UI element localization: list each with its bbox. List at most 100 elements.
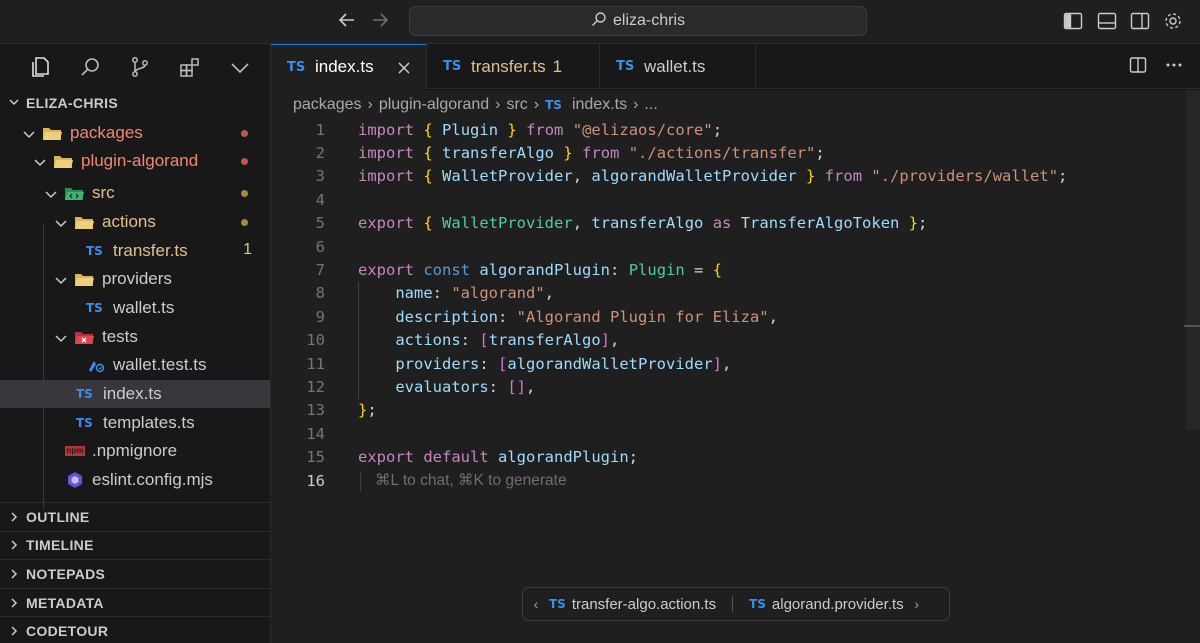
toggle-primary-sidebar-icon[interactable] (1062, 10, 1084, 32)
chevron-right-icon[interactable]: › (904, 596, 930, 612)
editor-actions (1128, 55, 1184, 80)
line-number: 2 (315, 144, 325, 163)
chevron-right-icon: › (633, 96, 639, 113)
toggle-secondary-sidebar-icon[interactable] (1129, 10, 1151, 32)
pane-label: NOTEPADS (26, 565, 106, 582)
tree-item-label: index.ts (103, 384, 162, 403)
tree-item-npmignore[interactable]: npm .npmignore (0, 437, 270, 465)
more-actions-icon[interactable] (1164, 55, 1184, 80)
eslint-icon (64, 471, 86, 489)
pane-codetour[interactable]: CODETOUR (0, 616, 270, 643)
command-center-search[interactable]: eliza-chris (409, 6, 867, 36)
line-number: 5 (315, 214, 325, 233)
pane-label: METADATA (26, 594, 104, 611)
inline-ai-hint: ⌘L to chat, ⌘K to generate (375, 472, 567, 490)
code-editor[interactable]: packages › plugin-algorand › src › TS in… (271, 90, 1200, 643)
tree-item-index-ts[interactable]: TS index.ts (0, 380, 270, 408)
chevron-down-icon[interactable] (228, 55, 252, 79)
tree-item-wallet-test-ts[interactable]: wallet.test.ts (0, 351, 270, 379)
folder-test-icon (74, 328, 94, 346)
search-icon (591, 11, 607, 32)
code-line: 6 (271, 235, 1200, 258)
tree-item-providers[interactable]: providers (0, 265, 270, 293)
folder-open-icon (53, 152, 73, 170)
folder-src-icon (64, 184, 84, 202)
breadcrumb-item[interactable]: packages (293, 96, 362, 114)
toggle-panel-icon[interactable] (1096, 10, 1118, 32)
tree-item-transfer-ts[interactable]: TS transfer.ts 1 (0, 237, 270, 265)
explorer-files-icon[interactable] (28, 55, 52, 79)
related-file-algorand-provider[interactable]: TS algorand.provider.ts (749, 596, 904, 613)
chevron-right-icon (11, 540, 18, 550)
tab-wallet-ts[interactable]: TS wallet.ts (600, 44, 756, 89)
chevron-down-icon (54, 330, 68, 344)
tree-item-src[interactable]: src (0, 179, 270, 207)
related-file-label: transfer-algo.action.ts (571, 595, 717, 613)
chevron-right-icon (11, 512, 18, 522)
code-line: 4 (271, 188, 1200, 211)
line-number: 6 (315, 237, 325, 256)
extensions-icon[interactable] (178, 55, 202, 79)
status-dot (241, 219, 248, 226)
tree-item-wallet-ts[interactable]: TS wallet.ts (0, 294, 270, 322)
breadcrumb-item[interactable]: src (506, 96, 527, 114)
tree-item-label: transfer.ts (113, 241, 188, 260)
primary-sidebar: ELIZA-CHRIS packages plugin-algorand src (0, 44, 271, 643)
chevron-right-icon: › (367, 96, 373, 113)
pane-notepads[interactable]: NOTEPADS (0, 559, 270, 588)
chevron-right-icon (11, 598, 18, 608)
line-number: 15 (306, 448, 325, 467)
status-dot (241, 130, 248, 137)
tree-item-label: providers (102, 269, 172, 288)
tab-transfer-ts[interactable]: TS transfer.ts 1 (427, 44, 600, 89)
breadcrumb-item[interactable]: index.ts (572, 96, 627, 114)
related-file-transfer-algo-action[interactable]: TS transfer-algo.action.ts (549, 596, 716, 613)
related-file-label: algorand.provider.ts (771, 595, 904, 613)
tree-item-tests[interactable]: tests (0, 323, 270, 351)
pane-outline[interactable]: OUTLINE (0, 502, 270, 531)
tree-item-actions[interactable]: actions (0, 208, 270, 236)
line-number: 12 (306, 378, 325, 397)
pane-timeline[interactable]: TIMELINE (0, 530, 270, 560)
tree-item-plugin-algorand[interactable]: plugin-algorand (0, 147, 270, 175)
tree-item-templates-ts[interactable]: TS templates.ts (0, 409, 270, 437)
back-arrow-icon[interactable] (335, 10, 359, 34)
settings-gear-icon[interactable] (1162, 10, 1184, 32)
typescript-file-icon: TS (287, 59, 306, 75)
title-bar: eliza-chris (0, 0, 1200, 44)
code-line: 5 export { WalletProvider, transferAlgo a… (271, 212, 1200, 235)
forward-arrow-icon[interactable] (368, 10, 392, 34)
tree-item-eslint-config[interactable]: eslint.config.mjs (0, 466, 270, 494)
typescript-file-icon: TS (549, 597, 566, 611)
problem-count-badge: 1 (243, 241, 252, 258)
code-line-current[interactable]: 16 ⌘L to chat, ⌘K to generate (271, 469, 1200, 492)
related-files-bar: ‹ TS transfer-algo.action.ts TS algorand… (522, 587, 950, 621)
divider (732, 596, 734, 612)
file-tree: packages plugin-algorand src actions TS (0, 117, 270, 509)
scroll-position-marker (1184, 325, 1200, 327)
split-editor-icon[interactable] (1128, 55, 1148, 80)
chevron-right-icon (11, 626, 18, 636)
search-text: eliza-chris (612, 12, 685, 29)
tree-item-label: eslint.config.mjs (92, 470, 213, 489)
chevron-down-icon (54, 272, 68, 286)
tree-item-packages[interactable]: packages (0, 119, 270, 147)
close-icon[interactable] (394, 57, 414, 80)
search-icon[interactable] (78, 55, 102, 79)
tree-item-label: packages (70, 123, 143, 142)
chevron-down-icon (33, 154, 47, 168)
typescript-file-icon: TS (76, 416, 93, 430)
explorer-root-header[interactable]: ELIZA-CHRIS (0, 89, 270, 117)
line-number: 11 (306, 354, 325, 373)
code-line: 14 (271, 422, 1200, 445)
tab-index-ts[interactable]: TS index.ts (271, 44, 427, 89)
chevron-down-icon (22, 126, 36, 140)
source-control-icon[interactable] (128, 55, 152, 79)
code-line: 8 name: "algorand", (271, 282, 1200, 305)
breadcrumb-item[interactable]: plugin-algorand (379, 96, 489, 114)
pane-metadata[interactable]: METADATA (0, 587, 270, 617)
breadcrumb-more[interactable]: ... (644, 96, 657, 114)
chevron-left-icon[interactable]: ‹ (523, 596, 549, 612)
vertical-scrollbar[interactable] (1186, 90, 1200, 430)
tree-item-label: actions (102, 212, 156, 231)
